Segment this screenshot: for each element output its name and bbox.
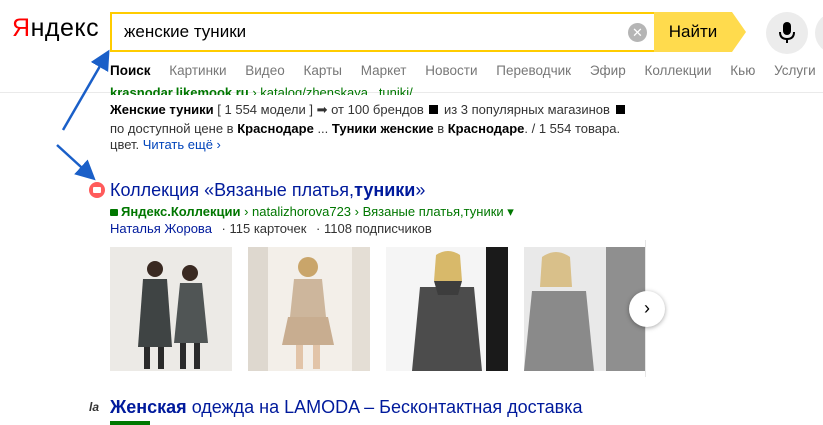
arrow-to-search [61, 49, 110, 131]
annotation-arrows [56, 49, 110, 181]
arrow-to-result [56, 144, 96, 181]
